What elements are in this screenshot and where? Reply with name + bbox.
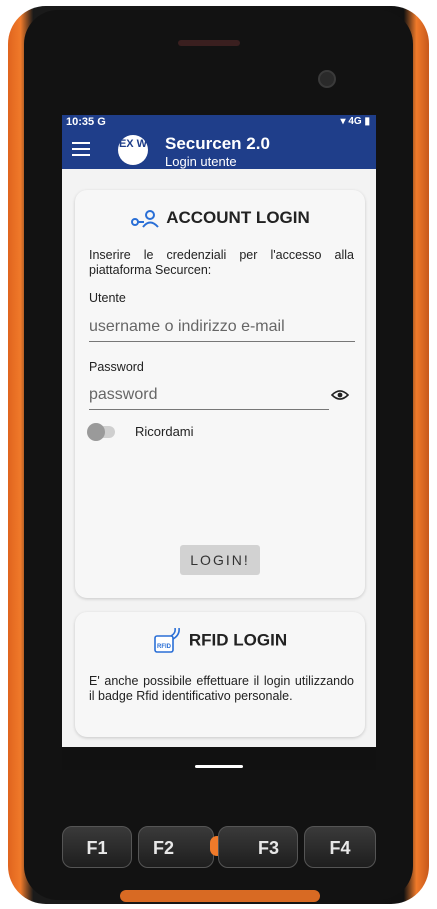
password-label: Password <box>89 360 144 374</box>
status-time: 10:35 <box>66 116 95 128</box>
f4-key[interactable]: F4 <box>304 826 376 868</box>
show-password-eye-icon[interactable] <box>331 389 349 401</box>
function-keys: F1 F2 F3 F4 <box>62 826 376 868</box>
earpiece-speaker <box>178 40 240 46</box>
account-login-title: ACCOUNT LOGIN <box>166 208 310 227</box>
account-login-card: ACCOUNT LOGIN Inserire le credenziali pe… <box>75 190 365 598</box>
account-login-intro: Inserire le credenziali per l'accesso al… <box>89 248 354 277</box>
account-login-header: ACCOUNT LOGIN <box>75 208 365 228</box>
rfid-login-description: E' anche possibile effettuare il login u… <box>89 674 354 703</box>
phone-screen: 10:35 G ▾ 4G ▮ EX W Securcen 2.0 Login u… <box>62 115 376 770</box>
network-type: 4G <box>348 116 362 127</box>
status-left: 10:35 G <box>66 116 106 128</box>
status-left-icons: G <box>97 116 106 128</box>
app-title: Securcen 2.0 <box>165 134 270 153</box>
rfid-login-header: RFID RFID LOGIN <box>75 628 365 654</box>
app-bar: EX W Securcen 2.0 Login utente <box>62 131 376 169</box>
toggle-knob <box>87 423 105 441</box>
user-key-icon <box>131 209 159 228</box>
rfid-login-card: RFID RFID LOGIN E' anche possibile effet… <box>75 612 365 737</box>
hamburger-menu-icon[interactable] <box>72 142 90 156</box>
front-camera <box>318 70 336 88</box>
app-logo: EX W <box>118 135 148 165</box>
svg-text:RFID: RFID <box>157 644 172 650</box>
device-bottom-trim <box>120 890 320 902</box>
status-bar: 10:35 G ▾ 4G ▮ <box>62 115 376 131</box>
rfid-badge-icon: RFID <box>154 628 180 653</box>
login-button[interactable]: LOGIN! <box>180 545 260 575</box>
rfid-login-title: RFID LOGIN <box>188 630 288 650</box>
wifi-icon: ▾ <box>340 116 346 127</box>
home-indicator[interactable] <box>195 765 243 768</box>
remember-me-toggle[interactable] <box>87 423 115 441</box>
battery-icon: ▮ <box>364 116 370 127</box>
password-input[interactable] <box>89 383 329 410</box>
f1-key[interactable]: F1 <box>62 826 132 868</box>
app-subtitle: Login utente <box>165 154 237 169</box>
remember-me-label: Ricordami <box>135 424 194 439</box>
f3-key[interactable]: F3 <box>218 826 298 868</box>
username-input[interactable] <box>89 315 355 342</box>
f2-key[interactable]: F2 <box>138 826 214 868</box>
status-right: ▾ 4G ▮ <box>341 116 370 127</box>
username-label: Utente <box>89 291 126 305</box>
